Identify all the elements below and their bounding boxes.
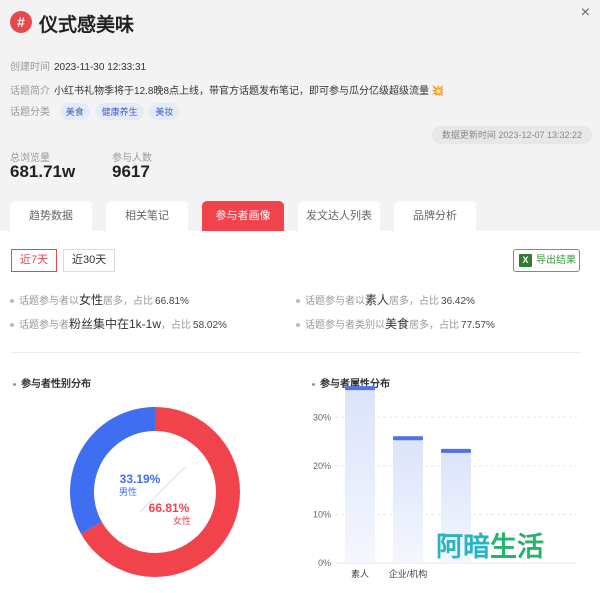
bar xyxy=(393,436,423,563)
bar-cap xyxy=(345,386,375,391)
sparkle-icon: 💥 xyxy=(431,86,445,97)
male-label: 男性 xyxy=(119,486,137,497)
y-tick-label: 30% xyxy=(313,412,331,422)
y-tick-label: 10% xyxy=(313,509,331,519)
insight-fans: 话题参与者粉丝集中在1k-1w，占比 58.02% xyxy=(10,315,227,332)
hashtag-icon: # xyxy=(10,11,32,33)
bullet-icon xyxy=(296,299,300,304)
female-label: 女性 xyxy=(173,515,191,526)
insight-gender: 话题参与者以女性居多，占比 66.81% xyxy=(10,291,189,308)
intro-value: 小红书礼物季将于12.8晚8点上线，带官方话题发布笔记，即可参与瓜分亿级超级流量 xyxy=(54,86,430,97)
bar-cap xyxy=(393,436,423,441)
divider xyxy=(10,352,582,353)
export-label: 导出结果 xyxy=(536,255,576,266)
created-time-row: 创建时间 2023-11-30 12:33:31 xyxy=(10,58,146,73)
category-tag[interactable]: 美食 xyxy=(59,103,90,120)
tab-trend[interactable]: 趋势数据 xyxy=(10,201,92,231)
y-tick-label: 20% xyxy=(313,461,331,471)
intro-label: 话题简介 xyxy=(10,86,50,97)
category-row: 话题分类 美食 健康养生 美妆 xyxy=(10,103,180,120)
bullet-icon xyxy=(10,323,14,328)
gender-donut-chart: 33.19% 男性 66.81% 女性 xyxy=(70,407,240,577)
y-tick-label: 0% xyxy=(318,558,331,568)
bullet-icon xyxy=(10,299,14,304)
data-update-time: 数据更新时间 2023-12-07 13:32:22 xyxy=(431,126,592,144)
category-label: 话题分类 xyxy=(10,107,50,118)
male-pct-label: 33.19% xyxy=(120,472,161,486)
bar xyxy=(345,386,375,563)
bar-cap xyxy=(441,448,471,453)
insight-attribute: 话题参与者以素人居多，占比 36.42% xyxy=(296,291,475,308)
created-time-label: 创建时间 xyxy=(10,62,50,73)
intro-row: 话题简介 小红书礼物季将于12.8晚8点上线，带官方话题发布笔记，即可参与瓜分亿级… xyxy=(10,82,444,97)
x-tick-label: 企业/机构 xyxy=(389,568,428,579)
donut-segment-male xyxy=(70,407,155,534)
category-tag[interactable]: 健康养生 xyxy=(95,103,144,120)
export-button[interactable]: X 导出结果 xyxy=(513,249,580,272)
tab-participant-profile[interactable]: 参与者画像 xyxy=(202,201,284,231)
tab-brand-analysis[interactable]: 品牌分析 xyxy=(394,201,476,231)
tab-related-notes[interactable]: 相关笔记 xyxy=(106,201,188,231)
period-7-days[interactable]: 近7天 xyxy=(11,249,58,272)
insight-category: 话题参与者类别以美食居多，占比 77.57% xyxy=(296,315,495,332)
x-tick-label: 素人 xyxy=(351,568,369,579)
excel-icon: X xyxy=(519,254,532,267)
tab-creator-list[interactable]: 发文达人列表 xyxy=(298,201,380,231)
close-icon[interactable]: × xyxy=(581,4,590,22)
page-title: 仪式感美味 xyxy=(39,15,135,36)
views-value: 681.71w xyxy=(10,162,76,181)
watermark-logo: 阿暗生活 xyxy=(436,532,544,563)
tab-bar: 趋势数据 相关笔记 参与者画像 发文达人列表 品牌分析 xyxy=(10,201,476,231)
participants-value: 9617 xyxy=(112,162,150,181)
created-time-value: 2023-11-30 12:33:31 xyxy=(54,62,147,73)
bullet-icon xyxy=(296,323,300,328)
period-30-days[interactable]: 近30天 xyxy=(63,249,116,272)
category-tag[interactable]: 美妆 xyxy=(149,103,180,120)
female-pct-label: 66.81% xyxy=(149,501,190,515)
gender-chart-title: 参与者性别分布 xyxy=(13,375,91,390)
